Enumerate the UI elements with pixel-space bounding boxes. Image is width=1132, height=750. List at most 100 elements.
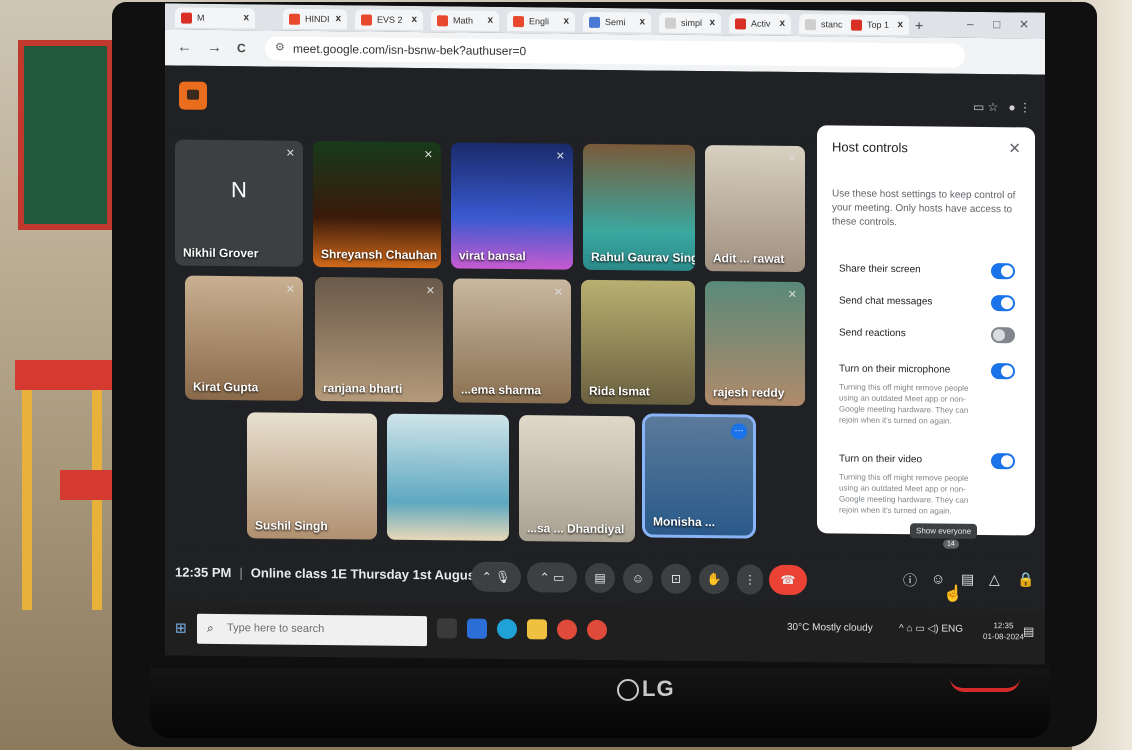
- panel-title: Host controls: [832, 139, 908, 156]
- windows-start-icon[interactable]: ⊞: [175, 619, 187, 636]
- participant-name: virat bansal: [459, 248, 526, 264]
- participant-tile[interactable]: ✕ ranjana bharti: [315, 276, 443, 403]
- host-controls-panel: Host controls ✕ Use these host settings …: [817, 125, 1035, 536]
- taskbar-search[interactable]: ⌕ Type here to search: [197, 613, 427, 647]
- system-tray[interactable]: ^ ⌂ ▭ ◁) ENG: [899, 623, 963, 635]
- activities-icon[interactable]: △: [989, 571, 1000, 588]
- chat-toggle[interactable]: [991, 295, 1015, 312]
- participant-name: rajesh reddy: [713, 385, 785, 400]
- meeting-title: Online class 1E Thursday 1st August: [250, 565, 480, 583]
- participant-tile[interactable]: ✕ rajesh reddy: [705, 281, 805, 407]
- control-label: Send chat messages: [839, 295, 933, 308]
- close-window-button[interactable]: ✕: [1019, 17, 1029, 31]
- participant-tile[interactable]: [387, 413, 509, 541]
- emoji-button[interactable]: ☺: [623, 563, 653, 594]
- participant-tile[interactable]: Rida Ismat: [581, 279, 695, 405]
- url-field[interactable]: ⚙ meet.google.com/isn-bsnw-bek?authuser=…: [265, 36, 965, 68]
- store-icon[interactable]: [467, 618, 487, 639]
- browser-tab[interactable]: EVS 2x: [355, 9, 423, 31]
- control-label: Turn on their video: [839, 453, 923, 466]
- red-table: [15, 360, 115, 390]
- meet-logo-icon: [179, 81, 207, 110]
- url-text: meet.google.com/isn-bsnw-bek?authuser=0: [293, 41, 527, 59]
- mic-off-icon: ✕: [425, 285, 435, 298]
- participant-tile[interactable]: ✕ Kirat Gupta: [185, 275, 303, 401]
- participant-tile[interactable]: Rahul Gaurav Singh: [583, 143, 695, 271]
- header-icons[interactable]: ▭ ☆ ● ⋮: [973, 100, 1031, 115]
- maximize-button[interactable]: □: [993, 17, 1000, 31]
- monitor-chin: [150, 668, 1050, 738]
- participant-tile[interactable]: ✕ Adit ... rawat: [705, 145, 805, 273]
- doc-icon: [361, 14, 372, 26]
- mic-off-icon: ✕: [285, 283, 295, 296]
- task-view-icon[interactable]: [437, 618, 457, 639]
- video-toggle[interactable]: [991, 453, 1015, 470]
- search-placeholder: Type here to search: [227, 622, 325, 636]
- close-panel-button[interactable]: ✕: [1008, 139, 1021, 157]
- reload-button[interactable]: C: [237, 41, 246, 55]
- browser-tab[interactable]: Semi x: [583, 11, 651, 33]
- participant-tile[interactable]: N ✕ Nikhil Grover: [175, 139, 303, 267]
- chrome-profile-icon[interactable]: [587, 619, 607, 641]
- control-note: Turning this off might remove people usi…: [839, 472, 969, 516]
- control-label: Share their screen: [839, 263, 921, 276]
- file-explorer-icon[interactable]: [527, 619, 547, 640]
- more-options-icon[interactable]: ⋯: [731, 423, 747, 440]
- reactions-toggle[interactable]: [991, 327, 1015, 344]
- weather-widget[interactable]: 30°C Mostly cloudy: [787, 622, 873, 634]
- forward-button[interactable]: →: [207, 39, 222, 56]
- meeting-time: 12:35 PM: [175, 564, 232, 581]
- mic-off-icon: ✕: [553, 286, 563, 299]
- monitor-red-accent: [950, 678, 1020, 692]
- participant-tile[interactable]: ✕ Shreyansh Chauhan: [313, 140, 441, 269]
- site-settings-icon[interactable]: ⚙: [275, 41, 285, 54]
- browser-tab[interactable]: HINDI x: [283, 8, 347, 30]
- google-icon: [805, 19, 816, 31]
- mic-button[interactable]: ⌃ 🎙: [471, 561, 521, 593]
- present-button[interactable]: ⊡: [661, 563, 691, 594]
- camera-button[interactable]: ⌃ ▭: [527, 562, 577, 593]
- new-tab-button[interactable]: +: [915, 17, 923, 33]
- panel-description: Use these host settings to keep control …: [832, 188, 1016, 229]
- taskbar-clock[interactable]: 12:35 01-08-2024: [983, 620, 1024, 642]
- control-note: Turning this off might remove people usi…: [839, 382, 969, 426]
- browser-tab[interactable]: Activ x: [729, 13, 791, 34]
- mic-off-icon: ✕: [787, 152, 797, 166]
- participant-tile[interactable]: Sushil Singh: [247, 412, 377, 540]
- participant-tile[interactable]: ...sa ... Dhandiyal: [519, 415, 635, 543]
- table-leg: [92, 390, 102, 610]
- participant-name: Monisha ...: [653, 514, 716, 530]
- show-everyone-tooltip: Show everyone: [910, 523, 978, 539]
- doc-icon: [437, 15, 448, 27]
- participant-name: Rida Ismat: [589, 383, 650, 399]
- search-icon: ⌕: [207, 620, 214, 635]
- minimize-button[interactable]: –: [967, 17, 974, 31]
- leave-call-button[interactable]: ☎: [769, 564, 807, 596]
- raise-hand-button[interactable]: ✋: [699, 563, 729, 595]
- red-table: [60, 470, 120, 500]
- participant-tile[interactable]: ✕ virat bansal: [451, 142, 573, 270]
- browser-tab[interactable]: simpl x: [659, 12, 721, 34]
- participant-tile[interactable]: ✕ ...ema sharma: [453, 278, 571, 404]
- browser-tab[interactable]: Engli x: [507, 10, 575, 32]
- more-options-button[interactable]: ⋮: [737, 564, 763, 595]
- browser-tab[interactable]: Top 1x: [845, 14, 909, 36]
- table-leg: [22, 390, 32, 610]
- chrome-icon[interactable]: [557, 619, 577, 640]
- edge-icon[interactable]: [497, 618, 517, 640]
- share-screen-toggle[interactable]: [991, 263, 1015, 280]
- info-icon[interactable]: ⓘ: [903, 570, 917, 590]
- browser-tab[interactable]: Math x: [431, 10, 499, 31]
- captions-button[interactable]: ▤: [585, 562, 615, 594]
- participant-name: Adit ... rawat: [713, 251, 785, 266]
- control-label: Turn on their microphone: [839, 363, 951, 376]
- participant-name: ...sa ... Dhandiyal: [527, 521, 625, 537]
- mic-off-icon: ✕: [555, 150, 565, 163]
- notification-icon[interactable]: ▤: [1023, 624, 1034, 638]
- back-button[interactable]: ←: [177, 39, 192, 56]
- host-controls-icon[interactable]: 🔒: [1017, 571, 1034, 588]
- microphone-toggle[interactable]: [991, 363, 1015, 380]
- participant-tile-active[interactable]: ⋯ Monisha ...: [642, 413, 756, 539]
- browser-tab[interactable]: Mx: [175, 7, 255, 29]
- participant-name: Rahul Gaurav Singh: [591, 249, 695, 266]
